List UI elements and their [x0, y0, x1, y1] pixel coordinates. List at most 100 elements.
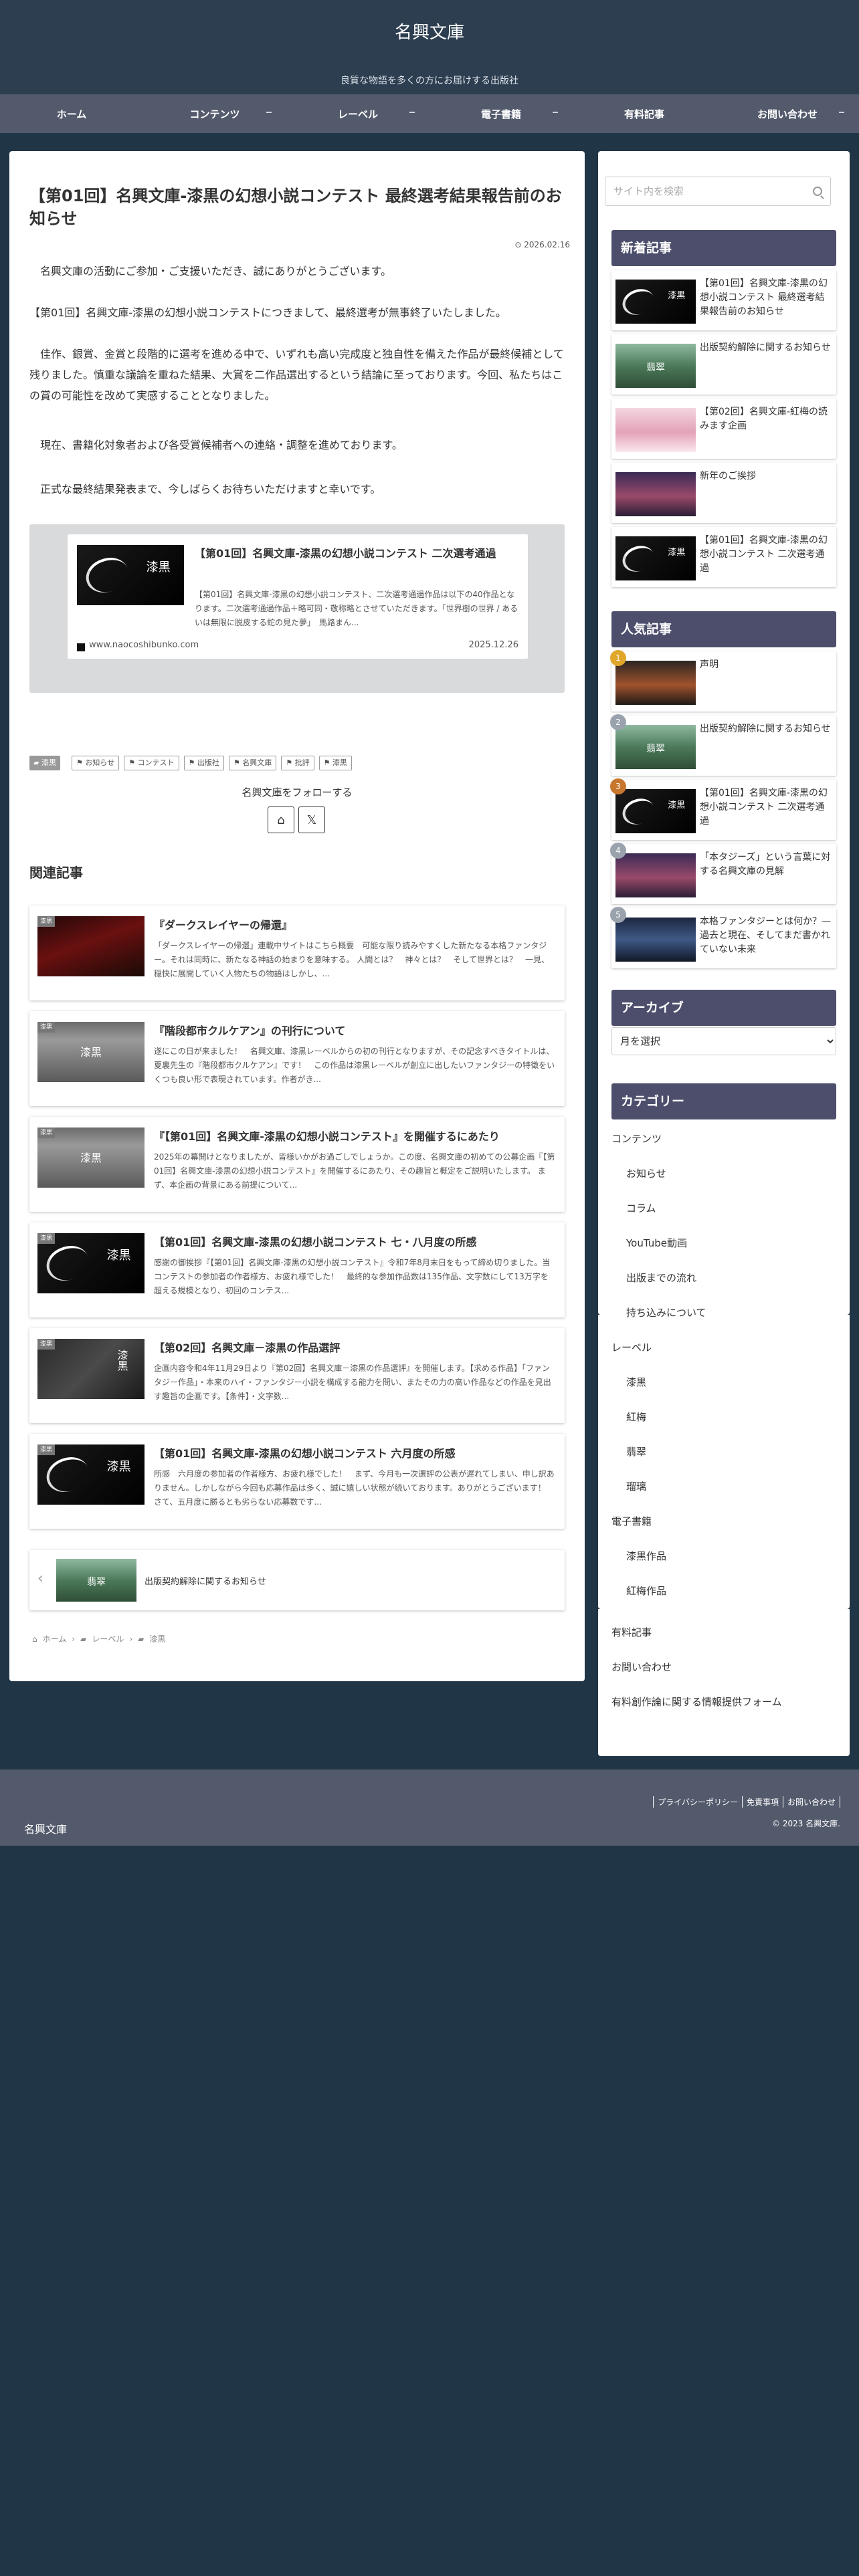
- favicon-icon: [77, 643, 85, 651]
- category-link[interactable]: 紅梅: [626, 1410, 646, 1424]
- category-link[interactable]: 瑠璃: [626, 1479, 646, 1493]
- nav-item-contact[interactable]: お問い合わせ: [716, 94, 859, 133]
- footer-link-contact[interactable]: お問い合わせ: [782, 1796, 840, 1808]
- chevron-down-icon: [553, 112, 558, 113]
- chevron-left-icon: ‹: [37, 1570, 43, 1587]
- tag[interactable]: ⚑ 名興文庫: [228, 756, 277, 770]
- blogcard-date: 2025.12.26: [468, 640, 518, 650]
- post-title: 出版契約解除に関するお知らせ: [700, 724, 831, 734]
- popular-post-item[interactable]: 3 漆黒 【第01回】名興文庫-漆黒の幻想小説コンテスト 二次選考通過: [610, 778, 836, 840]
- category-link[interactable]: お知らせ: [626, 1166, 666, 1180]
- new-post-item[interactable]: 新年のご挨拶: [611, 463, 836, 523]
- archive-select[interactable]: 月を選択: [611, 1027, 836, 1055]
- popular-post-item[interactable]: 5 本格ファンタジーとは何か？—過去と現在、そしてまだ書かれていない未来: [610, 907, 836, 968]
- category-link[interactable]: 有料創作論に関する情報提供フォーム: [611, 1695, 782, 1709]
- footer-link-privacy[interactable]: プライバシーポリシー: [653, 1796, 742, 1808]
- logo-wing-icon: [41, 1451, 94, 1498]
- new-post-item[interactable]: 【第02回】名興文庫-紅梅の読みます企画: [611, 399, 836, 459]
- related-category: 漆黒: [37, 1128, 56, 1138]
- search-icon[interactable]: [813, 187, 822, 196]
- footer-link-disclaimer[interactable]: 免責事項: [741, 1796, 783, 1808]
- new-post-item[interactable]: 翡翠 出版契約解除に関するお知らせ: [611, 334, 836, 395]
- logo-wing-icon: [618, 284, 658, 319]
- rank-badge: 1: [610, 650, 626, 666]
- category-link[interactable]: 有料記事: [611, 1625, 652, 1639]
- chevron-right-icon: ›: [129, 1634, 133, 1644]
- tag-list: ⚑ お知らせ ⚑ コンテスト ⚑ 出版社 ⚑ 名興文庫 ⚑ 批評 ⚑ 漆黒: [72, 756, 352, 770]
- breadcrumb-item[interactable]: 漆黒: [149, 1633, 165, 1644]
- tag[interactable]: ⚑ お知らせ: [72, 756, 120, 770]
- tag[interactable]: ⚑ 批評: [281, 756, 314, 770]
- category-link[interactable]: 電子書籍: [611, 1514, 652, 1528]
- category-link[interactable]: お問い合わせ: [611, 1660, 672, 1674]
- related-card[interactable]: 漆黒 漆黒 【第01回】名興文庫-漆黒の幻想小説コンテスト 七・八月度の所感 感…: [29, 1222, 565, 1317]
- footer-logo[interactable]: 名興文庫: [24, 1820, 67, 1836]
- post-title: 【第01回】名興文庫-漆黒の幻想小説コンテスト 二次選考通過: [700, 788, 828, 827]
- category-link[interactable]: レーベル: [611, 1340, 652, 1354]
- nav-item-label[interactable]: レーベル: [286, 94, 430, 133]
- category-link[interactable]: 漆黒: [626, 1375, 646, 1389]
- search-input[interactable]: [605, 177, 806, 205]
- related-title: 【第01回】名興文庫-漆黒の幻想小説コンテスト 七・八月度の所感: [154, 1236, 477, 1249]
- tag[interactable]: ⚑ 漆黒: [318, 756, 352, 770]
- new-post-item[interactable]: 漆黒 【第01回】名興文庫-漆黒の幻想小説コンテスト 最終選考結果報告前のお知ら…: [611, 270, 836, 330]
- category-link[interactable]: 持ち込みについて: [626, 1305, 706, 1319]
- footer-links: プライバシーポリシー 免責事項 お問い合わせ: [653, 1796, 840, 1808]
- blogcard[interactable]: 漆黒 【第01回】名興文庫-漆黒の幻想小説コンテスト 二次選考通過 【第01回】…: [67, 534, 529, 659]
- popular-post-item[interactable]: 4 「本タジーズ」という言葉に対する名興文庫の見解: [610, 843, 836, 904]
- copyright: © 2023 名興文庫.: [772, 1819, 840, 1828]
- nav-label: コンテンツ: [189, 108, 240, 120]
- related-card[interactable]: 漆黒 『ダークスレイヤーの帰還』 「ダークスレイヤーの帰還」連載中サイトはこちら…: [29, 905, 565, 1000]
- blogcard-excerpt: 【第01回】名興文庫-漆黒の幻想小説コンテスト、二次選考通過作品は以下の40作品…: [195, 590, 518, 627]
- rank-badge: 2: [610, 714, 626, 730]
- thumbnail-text: 漆黒: [668, 800, 686, 811]
- sidebar-panel-cont: 持ち込みについて レーベル 漆黒 紅梅 翡翠 瑠璃 電子書籍 漆黒作品 紅梅作品: [598, 1307, 850, 1609]
- blogcard-container: 漆黒 【第01回】名興文庫-漆黒の幻想小説コンテスト 二次選考通過 【第01回】…: [29, 524, 565, 693]
- site-logo[interactable]: 名興文庫: [0, 19, 859, 43]
- prev-post-title: 出版契約解除に関するお知らせ: [145, 1577, 266, 1587]
- nav-label: レーベル: [337, 108, 378, 120]
- nav-item-home[interactable]: ホーム: [0, 94, 143, 133]
- tag[interactable]: ⚑ コンテスト: [124, 756, 179, 770]
- nav-item-paid[interactable]: 有料記事: [573, 94, 716, 133]
- breadcrumb-item[interactable]: レーベル: [92, 1633, 124, 1644]
- related-excerpt: 「ダークスレイヤーの帰還」連載中サイトはこちら概要 可能な限り読みやすくした新た…: [154, 941, 549, 978]
- thumbnail-text: 漆黒: [80, 1046, 102, 1059]
- category-link[interactable]: YouTube動画: [626, 1236, 687, 1250]
- breadcrumb-item[interactable]: ホーム: [43, 1633, 67, 1644]
- post-thumbnail: 翡翠: [615, 344, 696, 388]
- related-card[interactable]: 漆黒 漆黒 【第01回】名興文庫-漆黒の幻想小説コンテスト 六月度の所感 所感 …: [29, 1434, 565, 1529]
- post-thumbnail: [615, 472, 696, 516]
- related-card[interactable]: 漆黒 漆黒 【第02回】名興文庫－漆黒の作品選評 企画内容令和4年11月29日よ…: [29, 1328, 565, 1423]
- category-link[interactable]: 翡翠: [626, 1444, 646, 1459]
- related-title: 【第01回】名興文庫-漆黒の幻想小説コンテスト 六月度の所感: [154, 1447, 456, 1460]
- category-link[interactable]: 出版までの流れ: [626, 1271, 696, 1285]
- home-icon[interactable]: ⌂: [268, 807, 294, 833]
- nav-item-ebooks[interactable]: 電子書籍: [430, 94, 573, 133]
- x-icon[interactable]: 𝕏: [298, 807, 325, 833]
- prev-post-link[interactable]: ‹ 翡翠 出版契約解除に関するお知らせ: [29, 1550, 565, 1610]
- popular-post-item[interactable]: 2 翡翠 出版契約解除に関するお知らせ: [610, 714, 836, 776]
- post-date: ⊙ 2026.02.16: [514, 240, 570, 249]
- category-link[interactable]: 紅梅作品: [626, 1584, 666, 1598]
- related-excerpt: 所感 六月度の参加者の作者様方、お疲れ様でした！ まず、今月も一次選評の公表が遅…: [154, 1469, 555, 1507]
- popular-post-item[interactable]: 1 声明: [610, 650, 836, 712]
- post-title: 【第01回】名興文庫-漆黒の幻想小説コンテスト 二次選考通過: [700, 535, 828, 574]
- category-link[interactable]: コンテンツ: [611, 1132, 662, 1146]
- related-excerpt: 企画内容令和4年11月29日より『第02回】名興文庫－漆黒の作品選評』を開催しま…: [154, 1364, 551, 1401]
- nav-item-contents[interactable]: コンテンツ: [143, 94, 286, 133]
- related-excerpt: 遂にこの日が来ました！ 名興文庫、漆黒レーベルからの初の刊行となりますが、その記…: [154, 1047, 555, 1084]
- post-thumbnail: [615, 853, 696, 897]
- category-link[interactable]: コラム: [626, 1201, 656, 1215]
- new-post-item[interactable]: 漆黒 【第01回】名興文庫-漆黒の幻想小説コンテスト 二次選考通過: [611, 527, 836, 587]
- post-thumbnail: 漆黒: [615, 789, 696, 833]
- post-paragraph: 正式な最終結果発表まで、今しばらくお待ちいただけますと幸いです。: [40, 483, 381, 496]
- tag[interactable]: ⚑ 出版社: [183, 756, 224, 770]
- category-badge[interactable]: ▰ 漆黒: [29, 756, 60, 770]
- site-tagline: 良質な物語を多くの方にお届けする出版社: [341, 76, 518, 86]
- category-link[interactable]: 漆黒作品: [626, 1549, 666, 1563]
- related-card[interactable]: 漆黒 漆黒 『【第01回】名興文庫-漆黒の幻想小説コンテスト』を開催するにあたり…: [29, 1117, 565, 1212]
- folder-icon: ▰: [80, 1634, 87, 1644]
- thumbnail-text: 漆黒: [115, 1350, 128, 1372]
- related-card[interactable]: 漆黒 漆黒 『階段都市クルケアン』の刊行について 遂にこの日が来ました！ 名興文…: [29, 1011, 565, 1106]
